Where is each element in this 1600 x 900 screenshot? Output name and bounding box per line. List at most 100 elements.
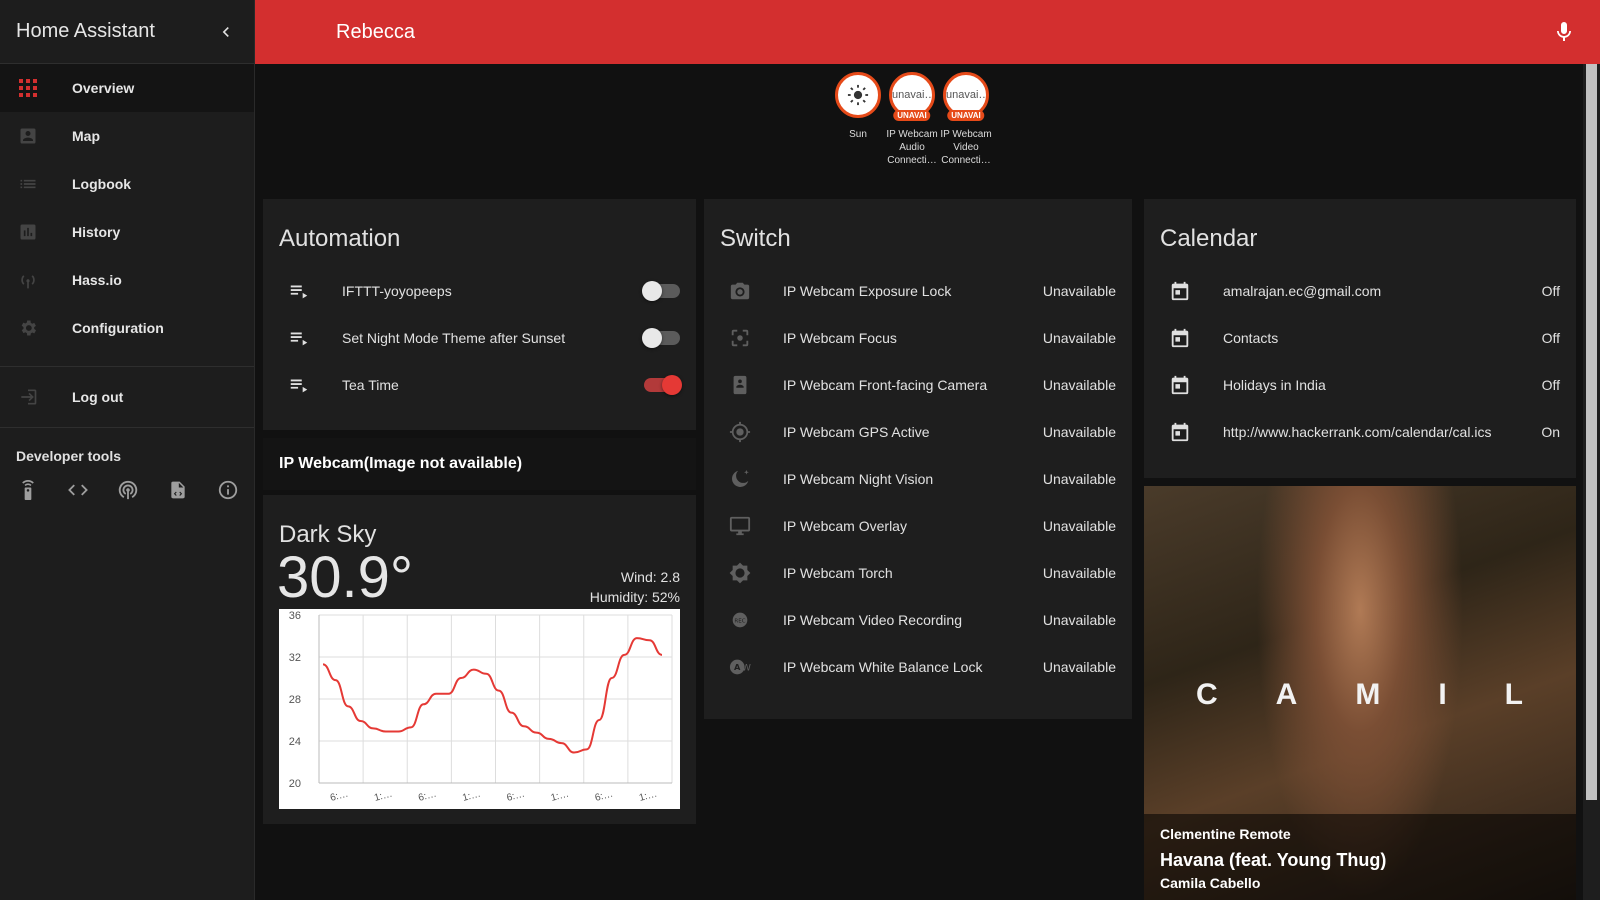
badge-circle: unavai… UNAVAI [889,72,935,121]
badges-row: Sun unavai… UNAVAI IP Webcam Audio Conne… [834,72,992,167]
sidebar-item-label: Overview [72,80,135,96]
playlist-play-icon [287,279,311,303]
sidebar-item-map[interactable]: Map [0,112,254,160]
calendar-row[interactable]: Contacts Off [1144,314,1576,361]
switch-row[interactable]: IP Webcam Front-facing Camera Unavailable [704,361,1132,408]
chart-x-tick-label: 6:… [505,789,526,804]
weather-attributes: Wind: 2.8 Humidity: 52% [590,569,680,605]
switch-name: IP Webcam Exposure Lock [783,282,952,299]
camera-front-icon [728,373,752,397]
broadcast-icon[interactable] [116,478,140,502]
badge-video-connection[interactable]: unavai… UNAVAI IP Webcam Video Connecti… [940,72,992,167]
badge-label: IP Webcam Audio Connecti… [886,129,938,166]
switch-name: IP Webcam Night Vision [783,470,934,487]
badge-value: unavai… [892,89,932,101]
microphone-button[interactable] [1552,20,1576,44]
switch-row[interactable]: IP Webcam Overlay Unavailable [704,502,1132,549]
badge-audio-connection[interactable]: unavai… UNAVAI IP Webcam Audio Connecti… [886,72,938,167]
switch-state: Unavailable [1042,423,1116,440]
badge-label: Sun [849,129,867,140]
chart-x-tick-label: 1:… [550,789,571,804]
automation-row[interactable]: IFTTT-yoyopeeps [263,267,696,314]
switch-name: IP Webcam Front-facing Camera [783,376,988,393]
chart-x-tick-label: 6:… [329,789,350,804]
calendar-name: amalrajan.ec@gmail.com [1223,282,1382,299]
calendar-state: Off [1541,376,1560,393]
sidebar-item-label: History [72,224,121,240]
view-title: Rebecca [336,20,415,43]
sidebar-item-history[interactable]: History [0,208,254,256]
sidebar-item-label: Configuration [72,320,164,336]
switch-state: Unavailable [1042,564,1116,581]
switch-row[interactable]: IP Webcam GPS Active Unavailable [704,408,1132,455]
automation-row[interactable]: Set Night Mode Theme after Sunset [263,314,696,361]
switch-card: Switch IP Webcam Exposure Lock Unavailabl… [704,199,1132,719]
badge-label: IP Webcam Video Connecti… [940,129,992,166]
automation-toggle[interactable] [644,374,682,395]
chart-y-tick-label: 32 [289,652,301,664]
switch-name: IP Webcam Focus [783,329,897,346]
calendar-state: Off [1541,282,1560,299]
scrollbar-thumb[interactable] [1586,64,1597,800]
calendar-state: On [1541,423,1560,440]
camera-card[interactable]: IP Webcam(Image not available) [263,438,696,490]
svg-text:REC: REC [734,618,745,624]
automation-row[interactable]: Tea Time [263,361,696,408]
logout-button[interactable]: Log out [0,373,254,421]
media-player-name: Clementine Remote [1160,826,1291,842]
switch-row[interactable]: IP Webcam Exposure Lock Unavailable [704,267,1132,314]
sidebar-header: Home Assistant [0,0,254,64]
switch-name: IP Webcam GPS Active [783,423,930,440]
sidebar-item-configuration[interactable]: Configuration [0,304,254,352]
calendar-name: Contacts [1223,329,1279,346]
chart-x-tick-label: 1:… [461,789,482,804]
switch-state: Unavailable [1042,611,1116,628]
weather-card: Dark Sky 30.9° Wind: 2.8 Humidity: 52% 3… [263,495,696,824]
card-title: Switch [720,225,791,252]
switch-row[interactable]: A W IP Webcam White Balance Lock Unavailabl… [704,643,1132,690]
calendar-row[interactable]: Holidays in India Off [1144,361,1576,408]
switch-row[interactable]: IP Webcam Torch Unavailable [704,549,1132,596]
switch-name: IP Webcam Torch [783,564,893,581]
switch-state: Unavailable [1042,376,1116,393]
weather-temperature: 30.9° [277,545,414,610]
chart-y-tick-label: 28 [289,694,301,706]
sidebar-item-label: Map [72,128,100,144]
app-title: Home Assistant [16,20,155,42]
calendar-state: Off [1541,329,1560,346]
switch-row[interactable]: REC IP Webcam Video Recording Unavailable [704,596,1132,643]
calendar-icon [1168,420,1192,444]
calendar-row[interactable]: amalrajan.ec@gmail.com Off [1144,267,1576,314]
switch-row[interactable]: IP Webcam Focus Unavailable [704,314,1132,361]
calendar-row[interactable]: http://www.hackerrank.com/calendar/cal.i… [1144,408,1576,455]
toggle-knob [662,374,682,395]
chart-y-tick-label: 20 [289,778,301,790]
sidebar-item-logbook[interactable]: Logbook [0,160,254,208]
sidebar-item-label: Logbook [72,176,132,192]
collapse-sidebar-button[interactable] [214,20,238,44]
automation-name: Tea Time [342,376,399,393]
calendar-icon [1168,326,1192,350]
sidebar-item-hassio[interactable]: Hass.io [0,256,254,304]
badge-value: unavai… [946,89,986,101]
playlist-play-icon [287,326,311,350]
svg-text:W: W [742,662,751,673]
record-rec-icon: REC [728,608,752,632]
remote-icon[interactable] [16,478,40,502]
automation-toggle[interactable] [642,327,680,348]
code-icon[interactable] [66,478,90,502]
automation-name: Set Night Mode Theme after Sunset [342,329,566,346]
sidebar-item-overview[interactable]: Overview [0,64,254,112]
switch-row[interactable]: IP Webcam Night Vision Unavailable [704,455,1132,502]
list-icon [18,174,38,194]
file-code-icon[interactable] [166,478,190,502]
media-player-card[interactable]: CAMILA Clementine Remote Havana (feat. Y… [1144,486,1576,900]
automation-toggle[interactable] [642,280,680,301]
media-info: Clementine Remote Havana (feat. Young Th… [1144,814,1576,900]
page-scrollbar[interactable] [1583,64,1600,900]
info-icon[interactable] [216,478,240,502]
badge-sun[interactable]: Sun [834,72,882,167]
sun-icon [847,84,869,106]
switch-name: IP Webcam Video Recording [783,611,962,628]
account-box-icon [18,126,38,146]
